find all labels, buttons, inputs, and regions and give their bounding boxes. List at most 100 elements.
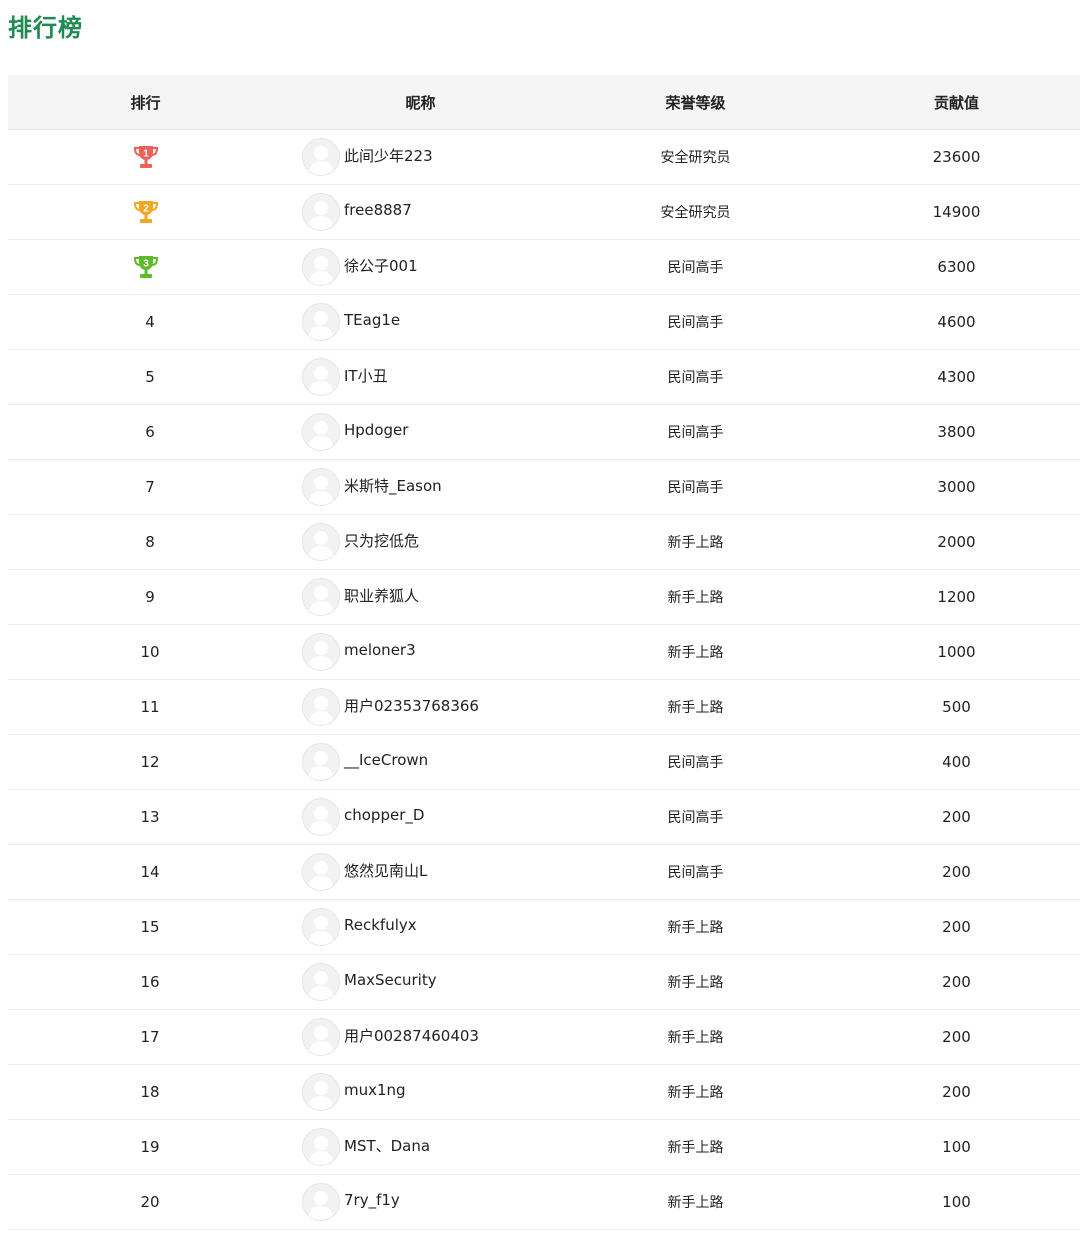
- nickname-cell: 用户02353768366: [283, 688, 558, 726]
- avatar[interactable]: [302, 248, 340, 286]
- contribution-score: 200: [942, 918, 971, 936]
- nickname-text[interactable]: TEag1e: [344, 311, 400, 329]
- rank-number: 14: [140, 863, 160, 881]
- header-score: 贡献值: [933, 93, 979, 112]
- user-link[interactable]: IT小丑: [283, 358, 558, 396]
- honor-level: 民间高手: [667, 260, 724, 276]
- table-row: 18 mux1ng 新手上路 200: [8, 1065, 1080, 1120]
- table-row: 13 chopper_D 民间高手 200: [8, 790, 1080, 845]
- avatar[interactable]: [302, 743, 340, 781]
- avatar[interactable]: [302, 413, 340, 451]
- nickname-text[interactable]: 米斯特_Eason: [344, 475, 442, 496]
- rank-cell: 4: [8, 313, 283, 331]
- nickname-text[interactable]: 7ry_f1y: [344, 1191, 400, 1209]
- rank-number: 16: [140, 973, 160, 991]
- table-row: 17 用户00287460403 新手上路 200: [8, 1010, 1080, 1065]
- user-link[interactable]: Reckfulyx: [283, 908, 558, 946]
- user-link[interactable]: TEag1e: [283, 303, 558, 341]
- nickname-text[interactable]: 悠然见南山L: [344, 860, 427, 881]
- user-link[interactable]: MaxSecurity: [283, 963, 558, 1001]
- avatar[interactable]: [302, 798, 340, 836]
- nickname-text[interactable]: Reckfulyx: [344, 916, 417, 934]
- nickname-text[interactable]: meloner3: [344, 641, 416, 659]
- nickname-text[interactable]: MST、Dana: [344, 1135, 430, 1156]
- user-link[interactable]: 徐公子001: [283, 248, 558, 286]
- user-link[interactable]: 悠然见南山L: [283, 853, 558, 891]
- avatar[interactable]: [302, 303, 340, 341]
- user-link[interactable]: chopper_D: [283, 798, 558, 836]
- nickname-text[interactable]: free8887: [344, 201, 412, 219]
- avatar[interactable]: [302, 1073, 340, 1111]
- user-link[interactable]: 只为挖低危: [283, 523, 558, 561]
- user-link[interactable]: 米斯特_Eason: [283, 468, 558, 506]
- table-row: 20 7ry_f1y 新手上路 100: [8, 1175, 1080, 1230]
- score-cell: 200: [833, 1028, 1080, 1046]
- honor-level: 安全研究员: [660, 150, 731, 166]
- level-cell: 民间高手: [558, 807, 833, 827]
- avatar[interactable]: [302, 1018, 340, 1056]
- table-row: 9 职业养狐人 新手上路 1200: [8, 570, 1080, 625]
- nickname-text[interactable]: MaxSecurity: [344, 971, 437, 989]
- contribution-score: 4600: [937, 313, 976, 331]
- level-cell: 新手上路: [558, 587, 833, 607]
- avatar[interactable]: [302, 633, 340, 671]
- svg-text:2: 2: [143, 204, 149, 215]
- nickname-text[interactable]: IT小丑: [344, 365, 388, 386]
- contribution-score: 2000: [937, 533, 976, 551]
- avatar[interactable]: [302, 908, 340, 946]
- score-cell: 2000: [833, 533, 1080, 551]
- nickname-text[interactable]: mux1ng: [344, 1081, 406, 1099]
- score-cell: 3800: [833, 423, 1080, 441]
- header-level: 荣誉等级: [665, 93, 726, 112]
- rank-number: 8: [145, 533, 155, 551]
- user-link[interactable]: 此间少年223: [283, 138, 558, 176]
- user-link[interactable]: MST、Dana: [283, 1128, 558, 1166]
- score-cell: 3000: [833, 478, 1080, 496]
- avatar[interactable]: [302, 1128, 340, 1166]
- rank-cell: 20: [8, 1193, 283, 1211]
- nickname-text[interactable]: __IceCrown: [344, 751, 428, 769]
- nickname-text[interactable]: chopper_D: [344, 806, 424, 824]
- nickname-text[interactable]: 只为挖低危: [344, 530, 419, 551]
- rank-cell: 1: [8, 143, 283, 171]
- score-cell: 1200: [833, 588, 1080, 606]
- avatar[interactable]: [302, 688, 340, 726]
- user-link[interactable]: 职业养狐人: [283, 578, 558, 616]
- user-link[interactable]: mux1ng: [283, 1073, 558, 1111]
- avatar[interactable]: [302, 578, 340, 616]
- avatar[interactable]: [302, 1183, 340, 1221]
- nickname-cell: __IceCrown: [283, 743, 558, 781]
- avatar[interactable]: [302, 193, 340, 231]
- user-link[interactable]: 7ry_f1y: [283, 1183, 558, 1221]
- honor-level: 新手上路: [667, 700, 724, 716]
- table-header: 排行 昵称 荣誉等级 贡献值: [8, 75, 1080, 130]
- user-link[interactable]: free8887: [283, 193, 558, 231]
- level-cell: 民间高手: [558, 477, 833, 497]
- nickname-text[interactable]: 此间少年223: [344, 145, 433, 166]
- avatar[interactable]: [302, 138, 340, 176]
- contribution-score: 1000: [937, 643, 976, 661]
- avatar[interactable]: [302, 468, 340, 506]
- nickname-text[interactable]: 徐公子001: [344, 255, 418, 276]
- level-cell: 新手上路: [558, 972, 833, 992]
- nickname-text[interactable]: 职业养狐人: [344, 585, 419, 606]
- nickname-text[interactable]: 用户02353768366: [344, 695, 479, 716]
- leaderboard-table: 排行 昵称 荣誉等级 贡献值 1 此间少年223 安全研究员 23600 2 free88…: [8, 75, 1080, 1230]
- user-link[interactable]: meloner3: [283, 633, 558, 671]
- nickname-text[interactable]: 用户00287460403: [344, 1025, 479, 1046]
- nickname-text[interactable]: Hpdoger: [344, 421, 408, 439]
- contribution-score: 400: [942, 753, 971, 771]
- user-link[interactable]: Hpdoger: [283, 413, 558, 451]
- level-cell: 新手上路: [558, 1192, 833, 1212]
- rank-cell: 18: [8, 1083, 283, 1101]
- user-link[interactable]: 用户00287460403: [283, 1018, 558, 1056]
- avatar[interactable]: [302, 523, 340, 561]
- avatar[interactable]: [302, 853, 340, 891]
- avatar[interactable]: [302, 963, 340, 1001]
- level-cell: 新手上路: [558, 1082, 833, 1102]
- nickname-cell: 徐公子001: [283, 248, 558, 286]
- avatar[interactable]: [302, 358, 340, 396]
- level-cell: 民间高手: [558, 422, 833, 442]
- user-link[interactable]: 用户02353768366: [283, 688, 558, 726]
- user-link[interactable]: __IceCrown: [283, 743, 558, 781]
